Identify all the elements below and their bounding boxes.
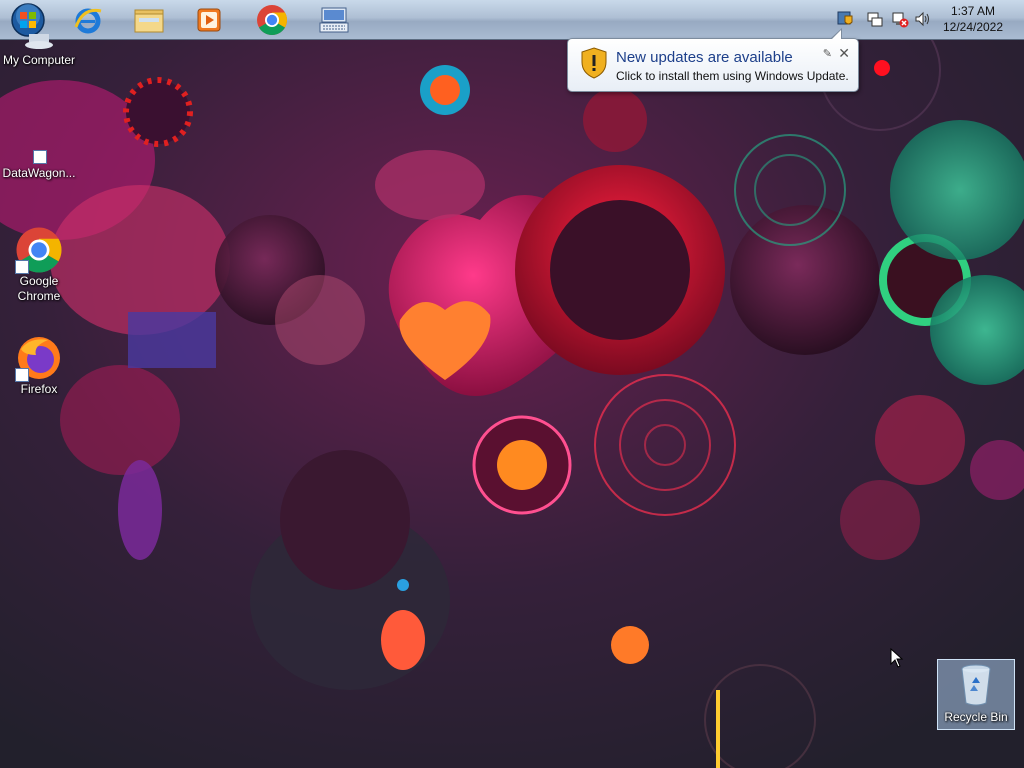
balloon-message: Click to install them using Windows Upda…: [616, 69, 849, 83]
desktop-icon-label: Recycle Bin: [944, 710, 1008, 724]
shortcut-arrow-icon: [15, 260, 29, 274]
media-player-icon: [197, 8, 221, 31]
taskbar-windows-explorer[interactable]: [123, 2, 175, 37]
update-notification-balloon[interactable]: New updates are available Click to insta…: [567, 28, 859, 92]
clock-time: 1:37 AM: [950, 4, 996, 18]
warning-shield-icon: [581, 47, 607, 79]
speaker-icon: [915, 11, 929, 27]
flag-icon: [867, 12, 883, 27]
recycle-bin-icon: [961, 664, 991, 706]
action-center-tray-icon[interactable]: [866, 10, 884, 28]
ie-icon: [74, 8, 102, 33]
desktop-icon-my-computer[interactable]: My Computer: [0, 34, 78, 68]
chrome-icon: [257, 4, 288, 35]
windows-orb-icon: [11, 2, 45, 37]
folder-icon: [134, 9, 164, 32]
taskbar-internet-explorer[interactable]: [62, 2, 114, 37]
clock-date: 12/24/2022: [942, 20, 1004, 34]
taskbar-google-chrome[interactable]: [246, 2, 298, 37]
taskbar: 1:37 AM 12/24/2022: [0, 0, 1024, 40]
desktop-icon-label: Firefox: [20, 382, 58, 396]
network-disconnected-icon: [892, 12, 909, 28]
desktop-icon-label: DataWagon...: [2, 166, 76, 180]
mouse-cursor-icon: [890, 648, 904, 668]
shortcut-arrow-icon: [33, 150, 47, 164]
desktop-icon-recycle-bin[interactable]: Recycle Bin: [937, 659, 1015, 730]
start-button[interactable]: [2, 2, 54, 37]
update-shield-icon: [837, 11, 853, 25]
taskbar-on-screen-keyboard[interactable]: [308, 2, 360, 37]
taskbar-clock[interactable]: 1:37 AM 12/24/2022: [938, 3, 1008, 35]
desktop-icon-google-chrome[interactable]: Google Chrome: [0, 226, 78, 304]
close-icon[interactable]: ✕: [838, 45, 850, 62]
volume-tray-icon[interactable]: [914, 10, 932, 28]
shortcut-arrow-icon: [15, 368, 29, 382]
computer-icon: [25, 34, 53, 49]
desktop-icon-label: My Computer: [2, 53, 76, 67]
desktop-icon-datawagon[interactable]: DataWagon...: [0, 142, 78, 181]
balloon-tail-fill: [831, 30, 841, 40]
network-tray-icon[interactable]: [891, 10, 909, 28]
desktop-icon-label: Google Chrome: [17, 274, 61, 303]
pin-icon[interactable]: ✎: [823, 47, 832, 60]
desktop-icon-firefox[interactable]: Firefox: [0, 334, 78, 397]
desktop-wallpaper: [0, 0, 1024, 768]
taskbar-media-player[interactable]: [183, 2, 235, 37]
balloon-title: New updates are available: [616, 49, 793, 66]
keyboard-icon: [319, 7, 349, 32]
windows-update-tray-icon[interactable]: [836, 10, 854, 28]
